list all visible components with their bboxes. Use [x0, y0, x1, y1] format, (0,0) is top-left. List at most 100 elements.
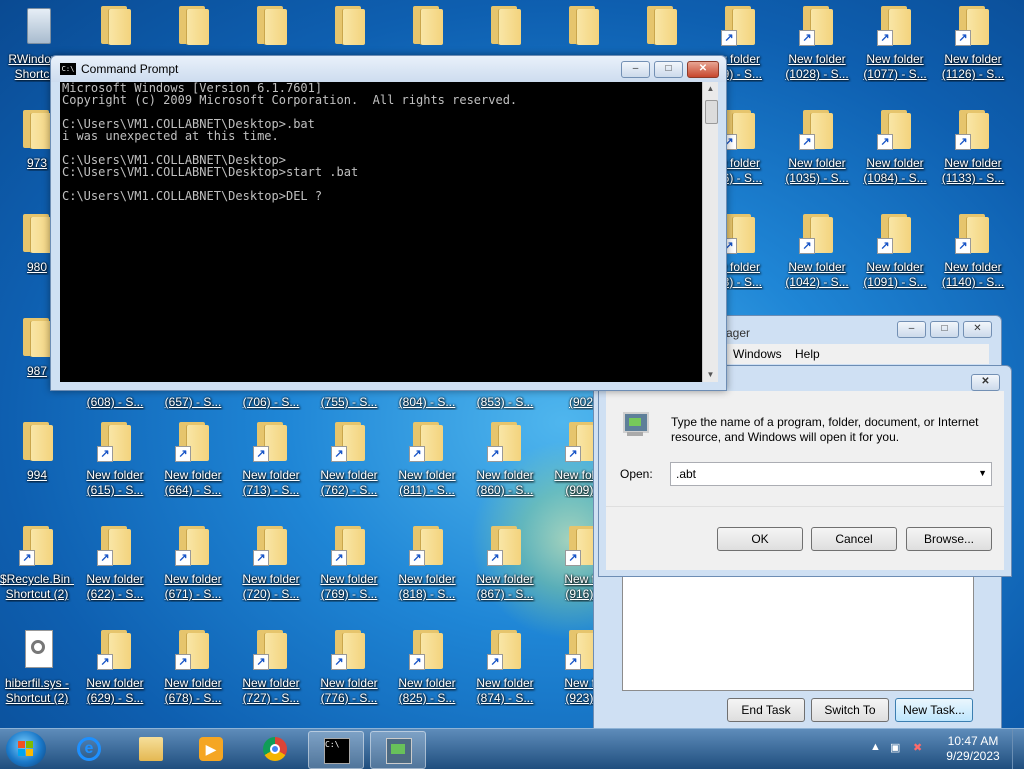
- volume-muted-icon[interactable]: ✖: [913, 741, 922, 754]
- desktop-icon[interactable]: [468, 6, 542, 52]
- desktop-icon[interactable]: ↗ New folder (776) - S...: [312, 630, 386, 706]
- scroll-down-icon[interactable]: ▼: [703, 368, 718, 382]
- desktop-icon[interactable]: ↗ New folder (825) - S...: [390, 630, 464, 706]
- desktop-icon[interactable]: ↗ New folder (1042) - S...: [780, 214, 854, 290]
- desktop-icon[interactable]: ↗ New folder (615) - S...: [78, 422, 152, 498]
- shortcut-arrow-icon: ↗: [565, 550, 581, 566]
- ok-button[interactable]: OK: [717, 527, 803, 551]
- cmd-maximize-button[interactable]: □: [654, 61, 683, 78]
- browse-button[interactable]: Browse...: [906, 527, 992, 551]
- cmd-minimize-button[interactable]: –: [621, 61, 650, 78]
- end-task-button[interactable]: End Task: [727, 698, 805, 722]
- cmd-scrollbar[interactable]: ▲ ▼: [702, 82, 718, 382]
- task-list[interactable]: [622, 574, 974, 691]
- shortcut-arrow-icon: ↗: [721, 30, 737, 46]
- scroll-up-icon[interactable]: ▲: [703, 82, 718, 96]
- desktop-icon-label: New folder (1126) - S...: [941, 52, 1005, 81]
- desktop-icon[interactable]: ↗ New folder (1091) - S...: [858, 214, 932, 290]
- desktop-icon[interactable]: ↗ New folder (678) - S...: [156, 630, 230, 706]
- cmd-titlebar[interactable]: C:\ Command Prompt – □ ✕: [51, 56, 726, 82]
- taskbar-task-manager[interactable]: [370, 731, 426, 769]
- desktop-icon[interactable]: ↗ New folder (713) - S...: [234, 422, 308, 498]
- clock[interactable]: 10:47 AM 9/29/2023: [940, 734, 1006, 764]
- cmd-icon: C:\: [324, 738, 350, 764]
- desktop-icon[interactable]: ↗ New folder (1126) - S...: [936, 6, 1010, 82]
- open-input[interactable]: .abt: [676, 467, 696, 481]
- desktop-icon[interactable]: [234, 6, 308, 52]
- desktop-icon[interactable]: ↗ $Recycle.Bin - Shortcut (2): [0, 526, 74, 602]
- taskbar-cmd[interactable]: C:\: [308, 731, 364, 769]
- desktop-icon[interactable]: [156, 6, 230, 52]
- network-icon[interactable]: ▣: [890, 741, 900, 754]
- desktop-icon-label: New folder (678) - S...: [164, 676, 222, 705]
- desktop-icon[interactable]: [390, 6, 464, 52]
- desktop-icon[interactable]: ↗ New folder (629) - S...: [78, 630, 152, 706]
- folder-icon: [97, 6, 133, 46]
- shortcut-arrow-icon: ↗: [487, 654, 503, 670]
- shortcut-arrow-icon: ↗: [409, 654, 425, 670]
- desktop-icon[interactable]: [546, 6, 620, 52]
- desktop-icon[interactable]: ↗ New folder (664) - S...: [156, 422, 230, 498]
- folder-icon: ↗: [253, 526, 289, 566]
- show-desktop-button[interactable]: [1012, 729, 1024, 769]
- tm-close-button[interactable]: ✕: [963, 321, 992, 338]
- desktop-icon[interactable]: [312, 6, 386, 52]
- start-button[interactable]: [6, 731, 46, 767]
- cmd-close-button[interactable]: ✕: [687, 61, 719, 78]
- desktop-icon[interactable]: ↗ New folder (1077) - S...: [858, 6, 932, 82]
- tm-minimize-button[interactable]: –: [897, 321, 926, 338]
- desktop-icon[interactable]: ↗ New folder (860) - S...: [468, 422, 542, 498]
- desktop-icon[interactable]: ↗ New folder (720) - S...: [234, 526, 308, 602]
- menu-help[interactable]: Help: [795, 347, 820, 361]
- folder-icon: [487, 6, 523, 46]
- desktop-icon[interactable]: ↗ New folder (818) - S...: [390, 526, 464, 602]
- show-hidden-icons-icon[interactable]: ▲: [870, 741, 881, 753]
- folder-icon: ↗: [409, 630, 445, 670]
- desktop-icon[interactable]: ↗ New folder (867) - S...: [468, 526, 542, 602]
- run-close-button[interactable]: ✕: [971, 374, 1000, 391]
- desktop-icon-label: New folder (825) - S...: [398, 676, 456, 705]
- desktop-icon[interactable]: ↗ New folder (1133) - S...: [936, 110, 1010, 186]
- desktop-icon[interactable]: hiberfil.sys - Shortcut (2): [0, 630, 74, 706]
- taskbar-explorer[interactable]: [124, 731, 178, 767]
- desktop-icon[interactable]: ↗ New folder (769) - S...: [312, 526, 386, 602]
- taskbar-chrome[interactable]: [248, 731, 302, 767]
- folder-icon: ↗: [97, 526, 133, 566]
- desktop-icon[interactable]: ↗ New folder (1084) - S...: [858, 110, 932, 186]
- desktop-icon-label: New folder (615) - S...: [86, 468, 144, 497]
- tm-maximize-button[interactable]: □: [930, 321, 959, 338]
- desktop-icon[interactable]: [624, 6, 698, 52]
- desktop-icon-label: New folder (1035) - S...: [785, 156, 849, 185]
- desktop-icon-label: New folder (1084) - S...: [863, 156, 927, 185]
- desktop-icon-label: New folder (629) - S...: [86, 676, 144, 705]
- command-prompt-window: C:\ Command Prompt – □ ✕ Microsoft Windo…: [50, 55, 727, 391]
- desktop-icon[interactable]: ↗ New folder (874) - S...: [468, 630, 542, 706]
- open-combobox[interactable]: .abt ▼: [670, 462, 992, 486]
- desktop-icon-label: New folder (867) - S...: [476, 572, 534, 601]
- scroll-thumb[interactable]: [705, 100, 718, 124]
- chrome-icon: [263, 737, 287, 761]
- cancel-button[interactable]: Cancel: [811, 527, 897, 551]
- desktop-icon[interactable]: ↗ New folder (622) - S...: [78, 526, 152, 602]
- cmd-console[interactable]: Microsoft Windows [Version 6.1.7601] Cop…: [60, 82, 704, 382]
- desktop-icon[interactable]: [78, 6, 152, 52]
- shortcut-arrow-icon: ↗: [565, 446, 581, 462]
- run-icon: [621, 412, 649, 438]
- folder-icon: [643, 6, 679, 46]
- desktop-icon[interactable]: ↗ New folder (727) - S...: [234, 630, 308, 706]
- desktop-icon[interactable]: ↗ New folder (671) - S...: [156, 526, 230, 602]
- desktop-icon[interactable]: ↗ New folder (1028) - S...: [780, 6, 854, 82]
- switch-to-button[interactable]: Switch To: [811, 698, 889, 722]
- folder-icon: ↗: [721, 6, 757, 46]
- desktop-icon[interactable]: ↗ New folder (762) - S...: [312, 422, 386, 498]
- desktop-icon[interactable]: ↗ New folder (811) - S...: [390, 422, 464, 498]
- chevron-down-icon[interactable]: ▼: [978, 468, 987, 478]
- desktop-icon[interactable]: ↗ New folder (1035) - S...: [780, 110, 854, 186]
- taskbar-ie[interactable]: e: [62, 731, 116, 767]
- clock-time: 10:47 AM: [947, 734, 999, 748]
- taskbar-media-player[interactable]: ▶: [184, 731, 238, 767]
- desktop-icon[interactable]: 994: [0, 422, 74, 483]
- menu-windows[interactable]: Windows: [733, 347, 782, 361]
- desktop-icon[interactable]: ↗ New folder (1140) - S...: [936, 214, 1010, 290]
- new-task-button[interactable]: New Task...: [895, 698, 973, 722]
